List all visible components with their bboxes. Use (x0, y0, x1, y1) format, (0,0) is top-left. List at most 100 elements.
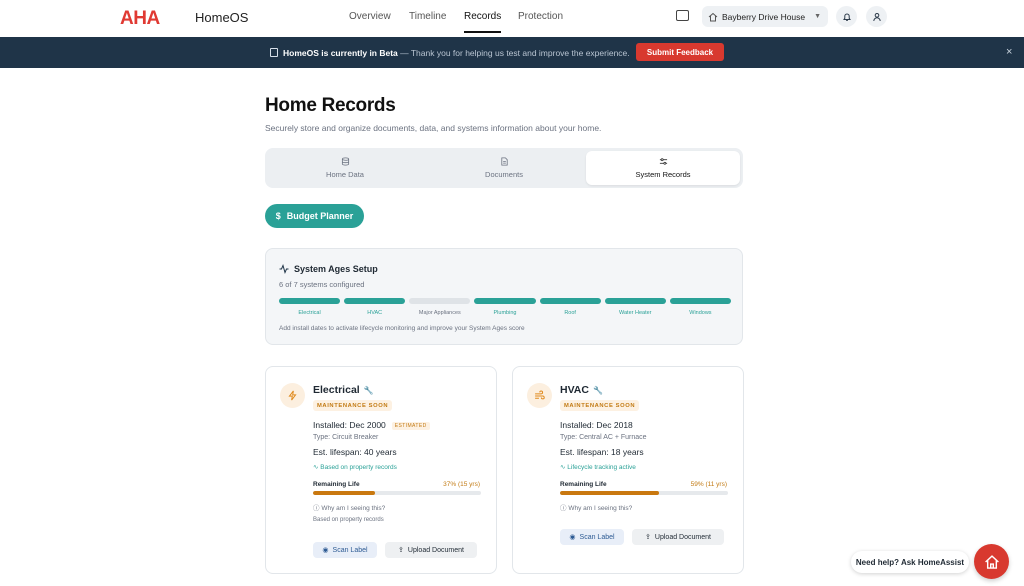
segment-bar (409, 298, 471, 304)
remaining-life-fill (560, 491, 660, 495)
segment-electrical[interactable]: Electrical (279, 298, 341, 316)
tab-system-records[interactable]: System Records (586, 151, 740, 185)
segment-bar (344, 298, 406, 304)
beta-banner: HomeOS is currently in Beta — Thank you … (0, 37, 1024, 68)
camera-icon: ◉ (322, 547, 329, 554)
nav-protection[interactable]: Protection (518, 11, 563, 22)
status-badge: MAINTENANCE SOON (560, 400, 640, 411)
segment-water-heater[interactable]: Water Heater (604, 298, 666, 316)
sliders-icon (659, 158, 667, 165)
segment-plumbing[interactable]: Plumbing (474, 298, 536, 316)
scan-label-button[interactable]: ◉ Scan Label (313, 542, 377, 558)
segment-label: Windows (689, 310, 712, 316)
system-type: Type: Circuit Breaker (313, 434, 379, 441)
beta-message: HomeOS is currently in Beta — Thank you … (283, 48, 630, 58)
upload-icon: ⇪ (398, 547, 404, 554)
activity-icon (279, 264, 289, 274)
house-selector[interactable]: Bayberry Drive House ▼ (702, 6, 828, 27)
installed-date: Installed: Dec 2000 ESTIMATED (313, 420, 430, 430)
close-icon[interactable]: × (1006, 46, 1012, 58)
house-icon (708, 12, 718, 21)
why-seeing-link[interactable]: ⓘ Why am I seeing this? (560, 502, 632, 512)
nav-timeline[interactable]: Timeline (409, 11, 446, 22)
page-subtitle: Securely store and organize documents, d… (265, 123, 602, 133)
notifications-button[interactable] (836, 6, 857, 27)
profile-button[interactable] (866, 6, 887, 27)
tab-documents[interactable]: Documents (427, 151, 581, 185)
dollar-icon: $ (275, 211, 281, 221)
document-icon (500, 157, 508, 166)
nav-records[interactable]: Records (464, 11, 502, 33)
segment-label: Water Heater (619, 310, 652, 316)
upload-icon: ⇪ (645, 534, 651, 541)
data-source-text: Lifecycle tracking active (567, 464, 636, 471)
remaining-life-value: 37% (15 yrs) (443, 481, 480, 488)
tab-label: Documents (485, 170, 523, 179)
upload-document-button[interactable]: ⇪ Upload Document (632, 529, 724, 545)
system-lifespan: Est. lifespan: 18 years (560, 447, 644, 457)
installed-date: Installed: Dec 2018 (560, 420, 633, 430)
wrench-icon[interactable]: 🔧 (593, 386, 603, 395)
budget-planner-label: Budget Planner (286, 211, 354, 221)
home-icon (984, 554, 999, 569)
segment-windows[interactable]: Windows (669, 298, 731, 316)
why-seeing-text: Why am I seeing this? (568, 505, 633, 512)
chat-icon[interactable] (676, 10, 689, 21)
user-icon (872, 12, 881, 21)
remaining-life-value: 59% (11 yrs) (690, 481, 727, 488)
submit-feedback-button[interactable]: Submit Feedback (636, 43, 724, 61)
wrench-icon[interactable]: 🔧 (364, 386, 374, 395)
product-name: HomeOS (195, 10, 249, 25)
camera-icon: ◉ (569, 534, 576, 541)
estimated-badge: ESTIMATED (391, 421, 430, 430)
flask-icon (270, 48, 278, 57)
segment-bar (279, 298, 341, 304)
wind-icon (527, 383, 552, 408)
nav-overview[interactable]: Overview (349, 11, 391, 22)
segment-bar (539, 298, 601, 304)
system-card-electrical[interactable]: Electrical 🔧 MAINTENANCE SOON Installed: … (265, 366, 497, 574)
system-name-text: HVAC (560, 384, 589, 396)
tab-home-data[interactable]: Home Data (268, 151, 422, 185)
system-name: Electrical 🔧 (313, 384, 374, 396)
segment-label: Plumbing (493, 310, 517, 316)
budget-planner-button[interactable]: $ Budget Planner (265, 204, 364, 228)
segment-bar (604, 298, 666, 304)
house-name: Bayberry Drive House (722, 11, 806, 22)
scan-label-text: Scan Label (579, 533, 615, 541)
segment-major-appliances[interactable]: Major Appliances (409, 298, 471, 316)
system-name-text: Electrical (313, 384, 360, 396)
why-seeing-link[interactable]: ⓘ Why am I seeing this? (313, 502, 385, 512)
system-card-hvac[interactable]: HVAC 🔧 MAINTENANCE SOON Installed: Dec 20… (512, 366, 744, 574)
segment-label: Electrical (298, 310, 321, 316)
scan-label-button[interactable]: ◉ Scan Label (560, 529, 624, 545)
remaining-life-fill (313, 491, 376, 495)
system-progress-bars: Electrical HVAC Major Appliances Plumbin… (279, 298, 731, 316)
remaining-life-label: Remaining Life (313, 481, 360, 488)
database-icon (341, 157, 349, 166)
system-name: HVAC 🔧 (560, 384, 603, 396)
homeassist-button[interactable] (974, 544, 1009, 579)
beta-title: HomeOS is currently in Beta (283, 48, 398, 58)
chevron-down-icon: ▼ (814, 13, 821, 20)
why-seeing-text: Why am I seeing this? (321, 505, 386, 512)
segment-roof[interactable]: Roof (539, 298, 601, 316)
remaining-life-bar (560, 491, 728, 495)
lightning-icon (280, 383, 305, 408)
upload-document-text: Upload Document (654, 533, 711, 541)
bell-icon (842, 13, 851, 21)
upload-document-button[interactable]: ⇪ Upload Document (385, 542, 477, 558)
system-lifespan: Est. lifespan: 40 years (313, 447, 397, 457)
status-badge: MAINTENANCE SOON (313, 400, 393, 411)
brand-logo[interactable]: AHA (120, 8, 160, 30)
help-prompt[interactable]: Need help? Ask HomeAssist (851, 551, 969, 573)
records-tabs: Home Data Documents System Records (265, 148, 743, 188)
scan-label-text: Scan Label (332, 546, 368, 554)
system-ages-title: System Ages Setup (294, 264, 378, 274)
segment-hvac[interactable]: HVAC (344, 298, 406, 316)
footnote: Based on property records (313, 517, 384, 523)
data-source: ∿ Based on property records (313, 463, 397, 471)
segment-bar (669, 298, 731, 304)
installed-text: Installed: Dec 2000 (313, 420, 386, 430)
top-nav: AHA HomeOS Overview Timeline Records Pro… (0, 0, 1024, 37)
